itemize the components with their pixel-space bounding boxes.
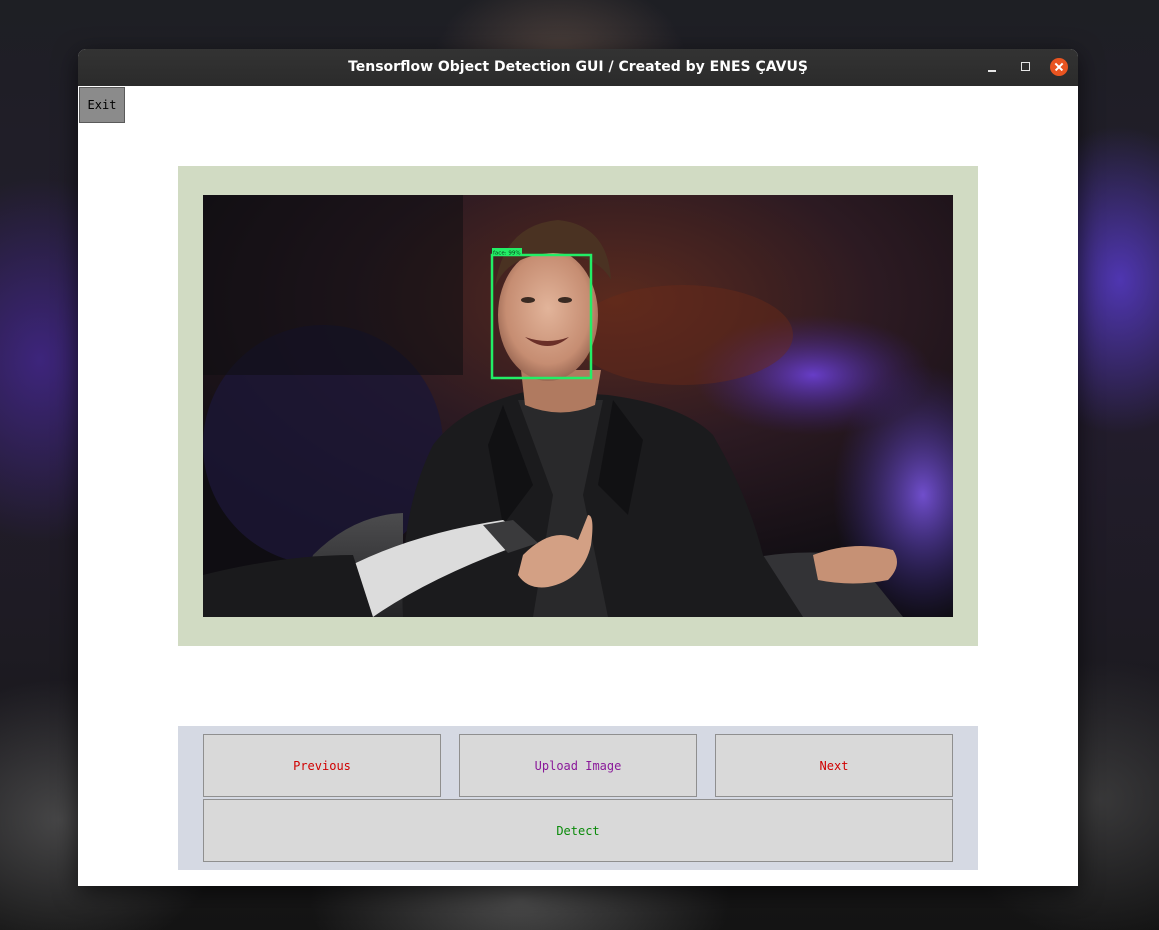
app-window: Tensorflow Object Detection GUI / Create… — [78, 49, 1078, 886]
controls-panel: Previous Upload Image Next Detect — [178, 726, 978, 870]
upload-image-button[interactable]: Upload Image — [459, 734, 697, 797]
exit-button[interactable]: Exit — [79, 87, 125, 123]
image-frame: face: 99% — [178, 166, 978, 646]
detect-button[interactable]: Detect — [203, 799, 953, 862]
detection-image: face: 99% — [203, 195, 953, 617]
maximize-icon[interactable] — [1017, 58, 1035, 76]
minimize-icon[interactable] — [983, 58, 1001, 76]
photo-illustration: face: 99% — [203, 195, 953, 617]
window-title: Tensorflow Object Detection GUI / Create… — [348, 59, 808, 75]
close-icon[interactable] — [1050, 58, 1068, 76]
detection-label: face: 99% — [493, 251, 521, 257]
title-bar[interactable]: Tensorflow Object Detection GUI / Create… — [78, 49, 1078, 86]
previous-button[interactable]: Previous — [203, 734, 441, 797]
next-button[interactable]: Next — [715, 734, 953, 797]
